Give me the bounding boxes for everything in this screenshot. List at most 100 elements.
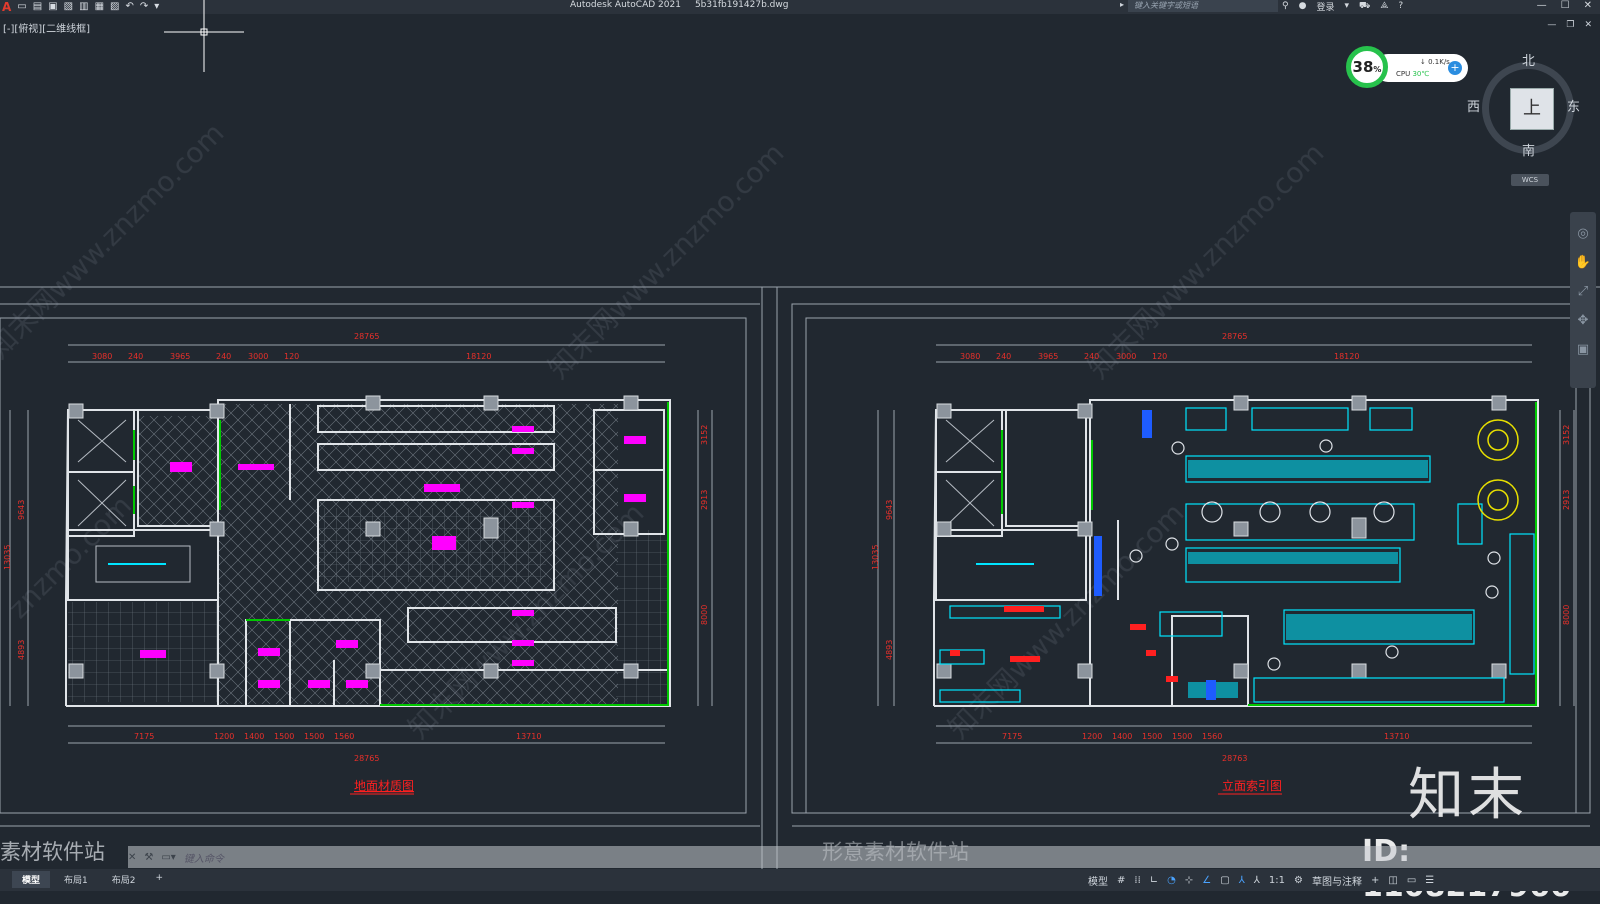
svg-text:知末网www.znzmo.com: 知末网www.znzmo.com: [0, 116, 230, 365]
watermark-logo: 知末: [1408, 763, 1528, 828]
dim-bottom: 7175: [1002, 732, 1022, 741]
showmotion-icon[interactable]: ▣: [1570, 342, 1596, 357]
cpu-label: CPU: [1396, 70, 1411, 78]
otrack-icon[interactable]: ∠: [1202, 875, 1211, 886]
dim-top: 3965: [170, 352, 190, 361]
dim-top: 3080: [92, 352, 112, 361]
dim-top: 240: [1084, 352, 1099, 361]
ortho-icon[interactable]: ∟: [1150, 875, 1158, 886]
compass-east[interactable]: 东: [1567, 96, 1580, 115]
command-input[interactable]: 键入命令: [184, 850, 224, 865]
expand-plus-icon[interactable]: +: [1448, 61, 1462, 75]
compass-south[interactable]: 南: [1522, 140, 1535, 159]
customize-command-icon[interactable]: ⚒: [144, 852, 153, 863]
isolate-icon[interactable]: ◫: [1388, 875, 1397, 886]
osnap-icon[interactable]: ⊹: [1185, 875, 1193, 886]
command-line: ✕ ⚒ ▭▾ 键入命令: [128, 847, 224, 867]
dim-bottom: 1500: [1172, 732, 1192, 741]
dim-right: 8000: [700, 605, 709, 625]
dim-top-total: 28765: [354, 332, 379, 341]
dim-top: 3000: [1116, 352, 1136, 361]
plus-icon[interactable]: +: [1371, 875, 1379, 886]
steering-wheel-icon[interactable]: ◎: [1570, 226, 1596, 241]
performance-widget[interactable]: 38% ↓ 0.1K/s CPU 30℃ +: [1346, 46, 1468, 88]
wcs-menu[interactable]: WCS: [1511, 174, 1549, 186]
dim-bottom: 1200: [1082, 732, 1102, 741]
plan-title-right: 立面索引图: [1222, 778, 1282, 793]
workspace-switch[interactable]: 草图与注释: [1312, 873, 1362, 888]
floor-material-plan[interactable]: 28765 3080 240 3965 240 3000 120 18120 7…: [3, 332, 713, 795]
svg-text:知末网www.znzmo.com: 知末网www.znzmo.com: [942, 496, 1191, 745]
tab-layout1[interactable]: 布局1: [54, 871, 98, 888]
viewcube[interactable]: 上 北 南 西 东 WCS: [1467, 50, 1587, 186]
dim-right: 8000: [1562, 605, 1571, 625]
crosshair-cursor: [164, 0, 244, 72]
pan-icon[interactable]: ✋: [1570, 255, 1596, 270]
dim-bottom-total: 28763: [1222, 754, 1247, 763]
dim-left: 4893: [17, 640, 26, 660]
dim-top: 120: [1152, 352, 1167, 361]
tab-layout2[interactable]: 布局2: [102, 871, 146, 888]
status-tools: 模型 # ⁞⁞ ∟ ◔ ⊹ ∠ ▢ ⅄ ⅄ 1:1 ⚙ 草图与注释 + ◫ ▭ …: [1088, 871, 1434, 889]
dim-top: 3000: [248, 352, 268, 361]
compass-west[interactable]: 西: [1467, 96, 1480, 115]
dim-top-total: 28765: [1222, 332, 1247, 341]
selection-icon[interactable]: ▢: [1220, 875, 1229, 886]
dim-right: 3152: [700, 425, 709, 445]
dim-bottom: 1400: [1112, 732, 1132, 741]
command-history-icon[interactable]: ▭▾: [161, 852, 175, 863]
auto-scale-icon[interactable]: ⅄: [1254, 875, 1260, 886]
plan-title-left: 地面材质图: [354, 779, 414, 793]
dim-left: 4893: [885, 640, 894, 660]
dim-top: 3965: [1038, 352, 1058, 361]
perf-pill: ↓ 0.1K/s CPU 30℃ +: [1374, 54, 1468, 82]
layout-tabs: 模型 布局1 布局2 +: [12, 871, 169, 888]
dim-left: 9643: [885, 500, 894, 520]
zoom-extents-icon[interactable]: ⤢: [1570, 284, 1596, 299]
dim-right: 3152: [1562, 425, 1571, 445]
navigation-bar: ◎ ✋ ⤢ ✥ ▣: [1570, 212, 1596, 388]
cpu-temp-value: 30℃: [1412, 70, 1430, 78]
dim-top: 3080: [960, 352, 980, 361]
dim-top: 240: [216, 352, 231, 361]
dim-bottom: 7175: [134, 732, 154, 741]
compass-north[interactable]: 北: [1522, 50, 1535, 69]
model-space-button[interactable]: 模型: [1088, 873, 1108, 888]
gear-icon[interactable]: ⚙: [1294, 875, 1303, 886]
dim-bottom: 1560: [334, 732, 354, 741]
dim-left: 9643: [17, 500, 26, 520]
dim-bottom: 1400: [244, 732, 264, 741]
customize-menu-icon[interactable]: ☰: [1425, 875, 1434, 886]
snap-icon[interactable]: ⁞⁞: [1134, 875, 1140, 886]
memory-gauge: 38%: [1346, 46, 1388, 88]
memory-percent: 38: [1352, 58, 1374, 76]
dim-right: 2913: [1562, 490, 1571, 510]
close-command-icon[interactable]: ✕: [128, 852, 136, 863]
dim-top: 120: [284, 352, 299, 361]
dim-bottom: 1500: [1142, 732, 1162, 741]
dim-left: 13035: [3, 545, 12, 570]
drawing-canvas[interactable]: 知末网www.znzmo.com 知末网www.znzmo.com 知末网www…: [0, 0, 1600, 891]
dim-bottom: 1500: [274, 732, 294, 741]
polar-icon[interactable]: ◔: [1167, 875, 1176, 886]
command-line-bar: [128, 846, 1600, 868]
dim-right: 2913: [700, 490, 709, 510]
grid-icon[interactable]: #: [1117, 875, 1125, 886]
fullscreen-icon[interactable]: ▭: [1407, 875, 1416, 886]
svg-text:知末网www.znzmo.com: 知末网www.znzmo.com: [1082, 136, 1331, 385]
dim-bottom-total: 28765: [354, 754, 379, 763]
dim-bottom: 1500: [304, 732, 324, 741]
viewcube-top-face[interactable]: 上: [1510, 88, 1554, 130]
tab-model[interactable]: 模型: [12, 871, 51, 888]
dim-left: 13035: [871, 545, 880, 570]
watermark-site-left: 素材软件站: [0, 840, 105, 864]
orbit-icon[interactable]: ✥: [1570, 313, 1596, 328]
annotation-scale[interactable]: 1:1: [1269, 875, 1285, 886]
dim-top: 240: [128, 352, 143, 361]
dim-bottom: 13710: [516, 732, 541, 741]
dim-bottom: 13710: [1384, 732, 1409, 741]
add-layout-icon[interactable]: +: [149, 871, 169, 888]
dim-top: 18120: [1334, 352, 1359, 361]
dim-top: 18120: [466, 352, 491, 361]
annotation-visibility-icon[interactable]: ⅄: [1239, 875, 1245, 886]
